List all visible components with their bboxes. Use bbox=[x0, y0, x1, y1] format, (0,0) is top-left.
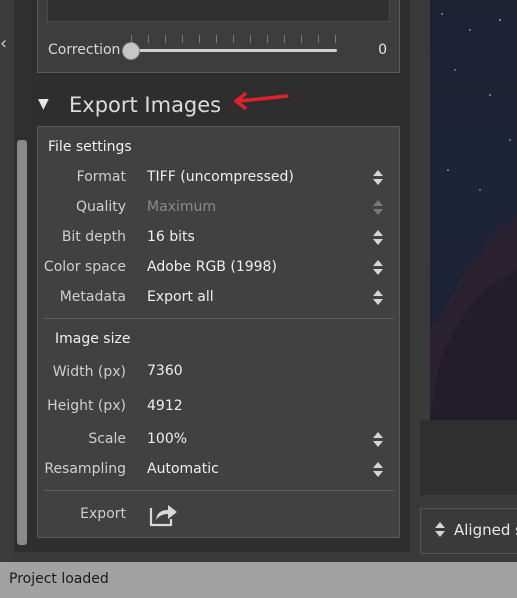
preview-frame bbox=[420, 420, 517, 495]
scale-value[interactable]: 100% bbox=[147, 431, 187, 447]
quality-stepper-icon bbox=[372, 200, 384, 218]
panel-scrollbar-thumb[interactable] bbox=[17, 140, 27, 545]
bit-depth-label: Bit depth bbox=[61, 229, 126, 245]
export-share-icon[interactable] bbox=[147, 500, 179, 528]
correction-value: 0 bbox=[378, 42, 387, 58]
divider bbox=[44, 318, 394, 319]
format-label: Format bbox=[76, 169, 126, 185]
color-space-value[interactable]: Adobe RGB (1998) bbox=[147, 259, 277, 275]
night-sky-mountain-image bbox=[430, 13, 517, 420]
scale-label: Scale bbox=[88, 431, 126, 447]
format-stepper-icon[interactable] bbox=[372, 170, 384, 188]
left-sidebar-strip bbox=[0, 0, 14, 562]
metadata-value[interactable]: Export all bbox=[147, 289, 214, 305]
collapse-panel-icon[interactable]: ‹ bbox=[0, 34, 7, 54]
image-size-title: Image size bbox=[55, 331, 131, 347]
metadata-stepper-icon[interactable] bbox=[372, 290, 384, 308]
status-text: Project loaded bbox=[9, 571, 109, 587]
metadata-label: Metadata bbox=[59, 289, 126, 305]
resampling-label: Resampling bbox=[44, 461, 126, 477]
scale-stepper-icon[interactable] bbox=[372, 432, 384, 450]
color-space-label: Color space bbox=[43, 259, 126, 275]
export-label: Export bbox=[80, 506, 126, 522]
quality-label: Quality bbox=[75, 199, 126, 215]
preview-well bbox=[47, 0, 390, 22]
section-title[interactable]: Export Images bbox=[69, 93, 221, 117]
section-collapse-triangle-icon[interactable]: ▼ bbox=[38, 96, 49, 112]
correction-slider[interactable] bbox=[131, 49, 337, 52]
quality-value: Maximum bbox=[147, 199, 216, 215]
file-settings-title: File settings bbox=[48, 139, 132, 155]
aligned-selector-label[interactable]: Aligned s bbox=[454, 521, 517, 539]
aligned-stepper-icon[interactable] bbox=[434, 522, 446, 540]
resampling-stepper-icon[interactable] bbox=[372, 462, 384, 480]
divider bbox=[44, 490, 394, 491]
color-space-stepper-icon[interactable] bbox=[372, 260, 384, 278]
correction-slider-handle[interactable] bbox=[122, 42, 140, 60]
red-annotation-arrow-icon bbox=[234, 92, 289, 110]
height-label: Height (px) bbox=[47, 398, 126, 414]
preview-photo bbox=[430, 0, 517, 420]
correction-slider-ticks bbox=[131, 35, 337, 43]
width-label: Width (px) bbox=[52, 364, 126, 380]
width-value-field[interactable]: 7360 bbox=[147, 363, 183, 379]
height-value-field[interactable]: 4912 bbox=[147, 398, 183, 414]
resampling-value[interactable]: Automatic bbox=[147, 461, 219, 477]
correction-label: Correction bbox=[48, 42, 121, 58]
bit-depth-stepper-icon[interactable] bbox=[372, 230, 384, 248]
bit-depth-value[interactable]: 16 bits bbox=[147, 229, 195, 245]
format-value[interactable]: TIFF (uncompressed) bbox=[147, 169, 294, 185]
